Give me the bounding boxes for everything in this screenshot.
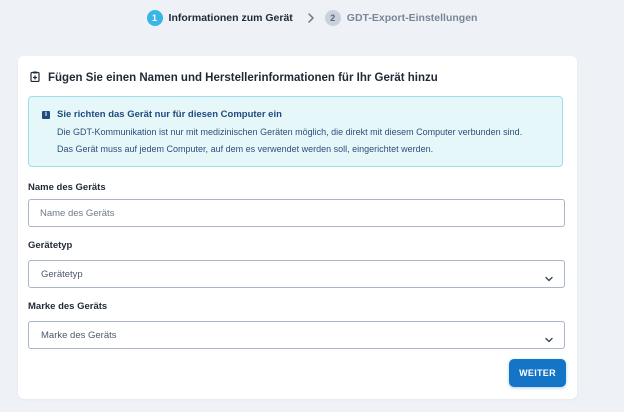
card-header: Fügen Sie einen Namen und Herstellerinfo… (30, 69, 438, 87)
step-number-2: 2 (324, 10, 341, 26)
device-name-input[interactable] (29, 200, 564, 226)
device-name-label: Name des Geräts (28, 182, 106, 193)
device-brand-selected: Marke des Geräts (41, 330, 117, 341)
step-number-1: 1 (146, 10, 163, 26)
info-alert-text-line1: Die GDT-Kommunikation ist nur mit medizi… (57, 127, 523, 137)
device-brand-select[interactable]: Marke des Geräts (28, 321, 565, 349)
device-type-label: Gerätetyp (28, 240, 73, 251)
step-gdt-export[interactable]: 2 GDT-Export-Einstellungen (324, 10, 478, 26)
info-alert: i Sie richten das Gerät nur für diesen C… (28, 96, 563, 167)
page-title: Fügen Sie einen Namen und Herstellerinfo… (48, 72, 438, 84)
chevron-right-icon (307, 12, 315, 24)
info-alert-title: Sie richten das Gerät nur für diesen Com… (57, 109, 282, 120)
info-alert-text-line2: Das Gerät muss auf jedem Computer, auf d… (57, 144, 434, 154)
step-label-gdt-export: GDT-Export-Einstellungen (346, 12, 478, 24)
step-device-info[interactable]: 1 Informationen zum Gerät (146, 10, 293, 26)
stepper: 1 Informationen zum Gerät 2 GDT-Export-E… (0, 8, 624, 28)
chevron-down-icon (544, 270, 554, 282)
device-brand-label: Marke des Geräts (28, 301, 108, 312)
device-form-card: Fügen Sie einen Namen und Herstellerinfo… (18, 56, 577, 399)
next-button[interactable]: WEITER (509, 359, 566, 387)
info-icon: i (42, 111, 50, 119)
device-name-field[interactable] (28, 199, 565, 227)
chevron-down-icon (544, 331, 554, 343)
step-label-device-info: Informationen zum Gerät (168, 12, 293, 24)
device-type-select[interactable]: Gerätetyp (28, 260, 565, 288)
clipboard-plus-icon (30, 69, 40, 87)
device-type-selected: Gerätetyp (41, 269, 83, 280)
